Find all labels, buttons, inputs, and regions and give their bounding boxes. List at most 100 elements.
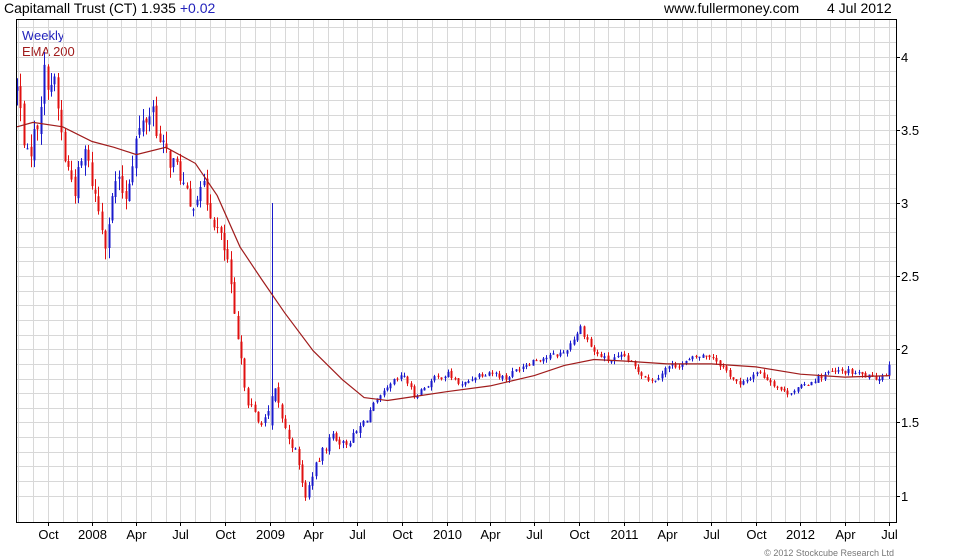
candle-body — [793, 390, 796, 393]
candle-body — [349, 443, 352, 447]
candle-body — [203, 180, 206, 186]
candle-body — [64, 131, 67, 162]
candle-body — [596, 351, 599, 355]
candle-body — [471, 379, 474, 381]
candle-body — [325, 449, 328, 451]
candle-body — [722, 366, 725, 368]
candle-body — [759, 371, 762, 373]
candle-body — [668, 366, 671, 369]
candle-body — [627, 355, 630, 361]
candle-body — [430, 380, 433, 388]
candle-body — [403, 375, 406, 377]
candle-body — [501, 375, 504, 379]
candle-body — [101, 211, 104, 231]
candle-body — [186, 185, 189, 189]
candle-body — [552, 353, 555, 355]
candle-body — [145, 118, 148, 123]
candle-body — [780, 386, 783, 390]
candle-body — [505, 375, 508, 380]
candle-body — [814, 381, 817, 383]
candle-body — [220, 227, 223, 234]
candle-body — [688, 359, 691, 361]
candle-body — [702, 354, 705, 358]
candle-body — [77, 167, 80, 199]
candle-body — [257, 411, 260, 422]
y-tick-label: 1 — [901, 489, 908, 504]
copyright: © 2012 Stockcube Research Ltd — [764, 548, 894, 558]
candle-body — [749, 378, 752, 380]
candle-body — [400, 375, 403, 379]
candle-body — [752, 374, 755, 379]
candle-body — [617, 355, 620, 358]
candle-body — [861, 372, 864, 375]
x-tick-label: 2009 — [256, 527, 285, 542]
x-tick-label: 2012 — [786, 527, 815, 542]
candle-body — [854, 372, 857, 374]
x-axis: Oct 2008 Apr Jul Oct 2009 Apr Jul Oct 2010 Apr Jul O… — [38, 522, 898, 542]
candle-body — [94, 189, 97, 194]
y-tick-label: 2 — [901, 342, 908, 357]
candle-body — [179, 161, 182, 181]
candle-body — [386, 387, 389, 391]
x-tick-label: 2011 — [611, 527, 639, 542]
candle-body — [719, 360, 722, 367]
candle-body — [766, 377, 769, 381]
y-tick-label: 4 — [901, 50, 908, 65]
candle-body — [372, 402, 375, 411]
candle-body — [698, 356, 701, 358]
candle-body — [240, 341, 243, 359]
candle-body — [53, 76, 56, 85]
candle-body — [603, 356, 606, 359]
candle-body — [74, 176, 77, 197]
candle-body — [515, 369, 518, 372]
candle-body — [739, 381, 742, 385]
candle-body — [301, 464, 304, 483]
y-tick-label: 2.5 — [901, 269, 919, 284]
candle-body — [834, 370, 837, 372]
candle-body — [566, 350, 569, 354]
candle-body — [369, 410, 372, 423]
x-tick-label: Jul — [881, 527, 898, 542]
candle-body — [335, 433, 338, 441]
candle-body — [478, 374, 481, 378]
candle-body — [847, 369, 850, 374]
candle-body — [454, 378, 457, 380]
candle-body — [159, 133, 162, 142]
candle-body — [522, 366, 525, 370]
candle-body — [491, 372, 494, 374]
candle-body — [579, 326, 582, 335]
candle-body — [176, 158, 179, 163]
candle-body — [559, 352, 562, 356]
candle-body — [528, 364, 531, 366]
candle-body — [705, 355, 708, 357]
candle-body — [437, 375, 440, 377]
candle-body — [271, 396, 274, 426]
x-tick-label: Oct — [38, 527, 59, 542]
candle-body — [851, 369, 854, 374]
candle-body — [308, 485, 311, 498]
candle-body — [267, 410, 270, 416]
candle-body — [735, 379, 738, 382]
candle-body — [162, 140, 165, 143]
candle-body — [260, 423, 263, 425]
candle-body — [84, 149, 87, 166]
candle-body — [824, 374, 827, 380]
candle-body — [783, 388, 786, 391]
candle-body — [447, 371, 450, 377]
candle-body — [474, 377, 477, 381]
candle-body — [773, 381, 776, 387]
candle-body — [498, 373, 501, 378]
candle-body — [264, 417, 267, 423]
candle-body — [118, 176, 121, 179]
candle-body — [647, 377, 650, 381]
candle-body — [338, 439, 341, 445]
candle-body — [610, 361, 613, 363]
candle-body — [545, 357, 548, 360]
candle-body — [254, 404, 257, 412]
candle-body — [199, 186, 202, 202]
candle-body — [47, 66, 50, 90]
candle-body — [691, 356, 694, 360]
candle-body — [233, 282, 236, 314]
candle-body — [637, 367, 640, 372]
candle-body — [593, 347, 596, 352]
